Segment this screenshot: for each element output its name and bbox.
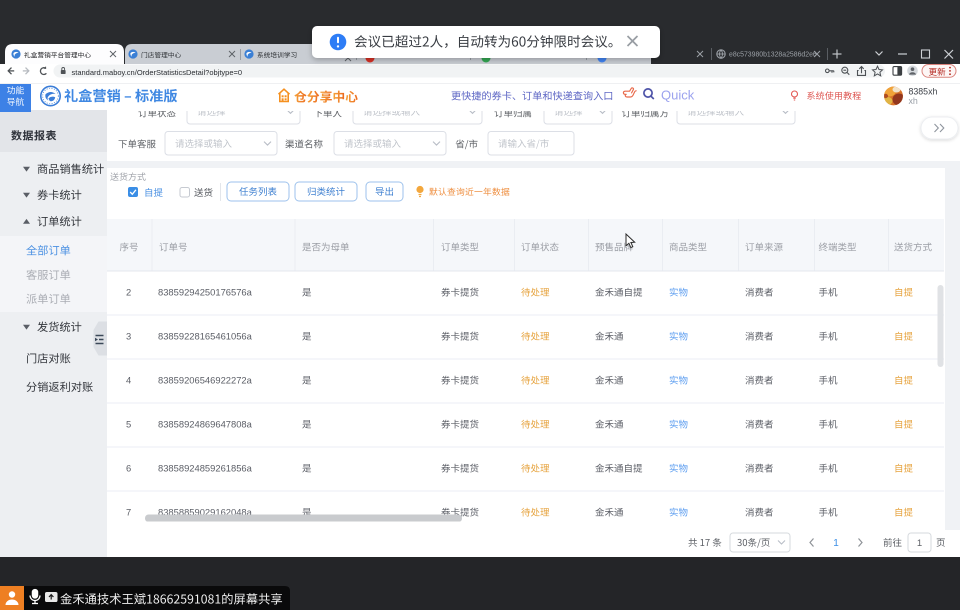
svg-text:standard.maboy.cn/OrderStatist: standard.maboy.cn/OrderStatisticsDetail?… xyxy=(72,68,243,77)
svg-text:1: 1 xyxy=(917,538,922,549)
svg-text:Quick: Quick xyxy=(661,88,695,103)
svg-text:83858924869647808a: 83858924869647808a xyxy=(158,419,253,430)
svg-text:83858924859261856a: 83858924859261856a xyxy=(158,463,253,474)
svg-text:e8c573980b1328a2586d2e6: e8c573980b1328a2586d2e6 xyxy=(729,52,817,59)
svg-text:xh: xh xyxy=(909,96,918,106)
svg-text:83859228165461056a: 83859228165461056a xyxy=(158,331,253,342)
svg-text:83859206546922272a: 83859206546922272a xyxy=(158,375,253,386)
svg-text:5: 5 xyxy=(126,419,131,430)
svg-text:83859294250176576a: 83859294250176576a xyxy=(158,287,253,298)
svg-text:1: 1 xyxy=(833,538,839,549)
svg-text:4: 4 xyxy=(126,375,131,386)
svg-text:3: 3 xyxy=(126,331,131,342)
svg-text:7: 7 xyxy=(126,507,131,518)
svg-text:8385xh: 8385xh xyxy=(909,87,938,97)
svg-text:6: 6 xyxy=(126,463,131,474)
svg-text:2: 2 xyxy=(126,287,131,298)
